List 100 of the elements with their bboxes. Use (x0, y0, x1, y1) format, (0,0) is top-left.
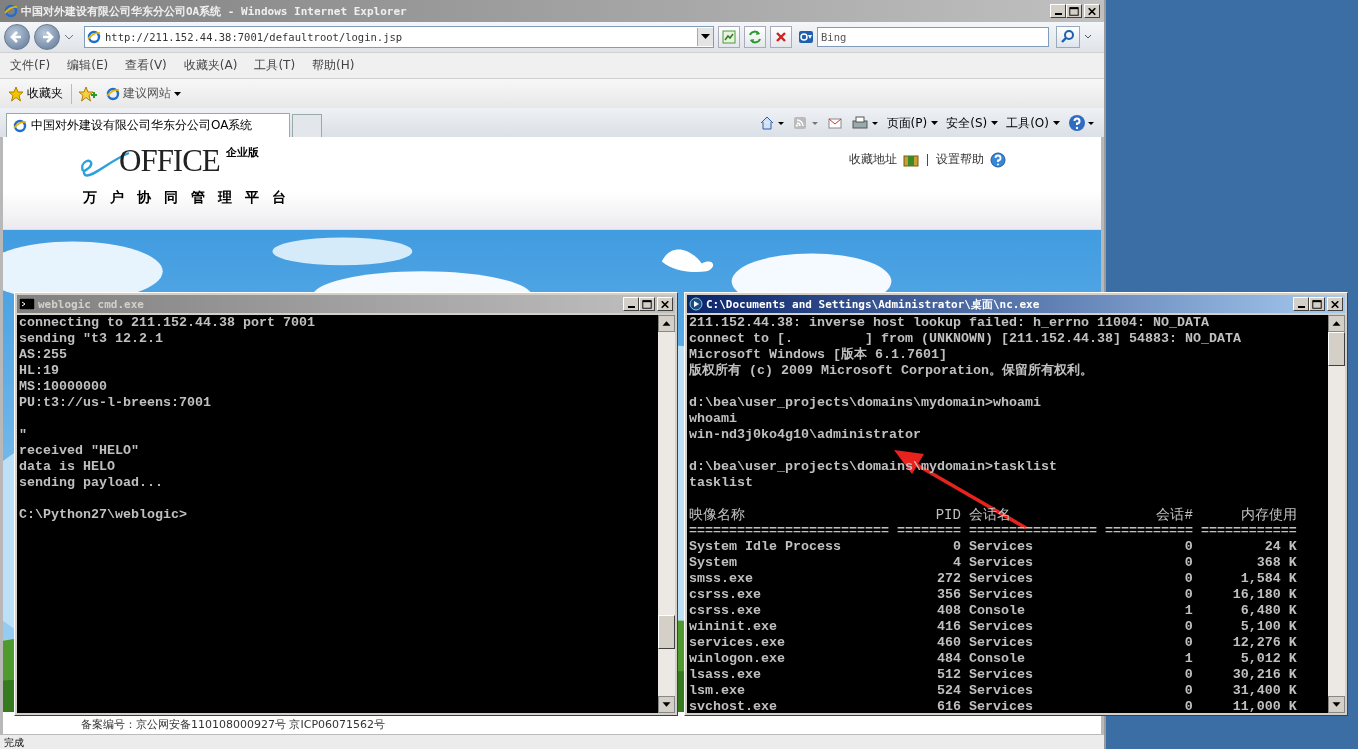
close-button[interactable] (1327, 297, 1343, 311)
maximize-icon (1310, 297, 1324, 311)
table-cell-text: 0 (1183, 635, 1193, 651)
favorites-button[interactable]: 收藏夹 (6, 85, 65, 102)
browser-tab[interactable]: 中国对外建设有限公司华东分公司OA系统 (6, 113, 290, 137)
table-cell-text: 524 (935, 683, 961, 699)
caret-icon (701, 34, 710, 40)
maximize-button[interactable] (639, 297, 655, 311)
command-menu[interactable]: 安全(S) (946, 114, 999, 132)
table-cell-text: 31,400 K (1231, 683, 1297, 699)
console-line: connect to [. ] from (UNKNOWN) [211.152.44.38] 54883: NO_DATA (689, 331, 1242, 347)
column-header: 内存使用 (1239, 507, 1297, 523)
caret-icon (174, 91, 181, 96)
table-cell-text: 0 (1183, 667, 1193, 683)
menu-item[interactable]: 收藏夹(A) (183, 57, 238, 74)
console-line: connecting to 211.152.44.38 port 7001 (19, 315, 316, 331)
refresh-icon (747, 29, 763, 45)
table-cell-text: Services (968, 539, 1034, 555)
table-cell-text: csrss.exe (689, 603, 762, 619)
window-title: 中国对外建设有限公司华东分公司OA系统 - Windows Internet Explorer (21, 3, 407, 19)
table-cell-text: 460 (935, 635, 961, 651)
console-line: MS:10000000 (19, 379, 108, 395)
table-cell-text: 1,584 K (1239, 571, 1297, 587)
column-header: 映像名称 (689, 507, 746, 523)
command-menu[interactable]: 工具(O) (1006, 114, 1060, 132)
help-icon[interactable] (990, 151, 1006, 168)
scroll-thumb[interactable] (658, 615, 675, 649)
app-icon (689, 297, 703, 311)
table-cell-text: 12,276 K (1231, 635, 1297, 651)
refresh-button[interactable] (744, 26, 766, 48)
scroll-up-button[interactable] (658, 315, 675, 332)
stop-button[interactable] (770, 26, 792, 48)
table-cell-text: 416 (935, 619, 961, 635)
console-line: 211.152.44.38: inverse host lookup failed: h_errno 11004: NO_DATA (689, 315, 1210, 331)
console-line: " (19, 427, 28, 443)
window-title: C:\Documents and Settings\Administrator\桌面\nc.exe (706, 296, 1040, 312)
close-button[interactable] (657, 297, 673, 311)
print-icon[interactable] (850, 115, 879, 131)
platform-subtitle: 万户协同管理平台 (83, 189, 299, 207)
back-button[interactable] (4, 24, 30, 50)
minimize-button[interactable] (623, 297, 639, 311)
menu-item[interactable]: 查看(V) (125, 57, 167, 74)
table-cell-text: 0 (1183, 571, 1193, 587)
star-icon (8, 85, 24, 102)
menu-item[interactable]: 帮助(H) (312, 57, 355, 74)
status-text: 完成 (4, 737, 24, 748)
edition-label: 企业版 (225, 145, 259, 160)
table-cell-text: 5,012 K (1239, 651, 1297, 667)
column-header: 会话# (1155, 507, 1193, 523)
maximize-button[interactable] (1066, 4, 1082, 18)
dropdown-icon[interactable] (1084, 33, 1092, 41)
menu-item[interactable]: 编辑(E) (67, 57, 109, 74)
table-cell-text: svchost.exe (689, 699, 778, 713)
minimize-button[interactable] (1293, 297, 1309, 311)
table-cell-text: System Idle Process (689, 539, 842, 555)
maximize-button[interactable] (1309, 297, 1325, 311)
menu-item[interactable]: 文件(F) (10, 57, 51, 74)
scroll-down-button[interactable] (658, 696, 675, 713)
maximize-icon (1067, 4, 1081, 18)
compatibility-button[interactable] (718, 26, 740, 48)
scroll-up-button[interactable] (1328, 315, 1345, 332)
menu-item[interactable]: 工具(T) (254, 57, 296, 74)
table-cell-text: 11,000 K (1231, 699, 1297, 713)
suggested-sites-button[interactable]: 建议网站 (104, 85, 183, 102)
add-favorite-icon[interactable] (78, 85, 98, 102)
forward-button[interactable] (34, 24, 60, 50)
table-cell-text: 30,216 K (1231, 667, 1297, 683)
table-cell-text: Services (968, 635, 1034, 651)
table-cell-text: 512 (935, 667, 961, 683)
table-cell-text: 0 (1183, 539, 1193, 555)
window-title: weblogic cmd.exe (38, 297, 144, 311)
close-button[interactable] (1084, 4, 1100, 18)
link[interactable]: 设置帮助 (936, 151, 984, 168)
table-cell-text: 5,100 K (1239, 619, 1297, 635)
link[interactable]: 收藏地址 (849, 151, 897, 168)
maximize-icon (640, 297, 654, 311)
table-cell-text: Services (968, 667, 1034, 683)
table-cell-text: Services (968, 619, 1034, 635)
scrollbar[interactable] (658, 315, 675, 713)
page-icon (13, 118, 27, 133)
scroll-down-button[interactable] (1328, 696, 1345, 713)
search-button[interactable] (1056, 26, 1080, 48)
table-cell-text: winlogon.exe (689, 651, 786, 667)
caret-icon (1053, 121, 1060, 125)
dropdown-button[interactable] (697, 28, 713, 46)
scroll-thumb[interactable] (1328, 332, 1345, 366)
console-line: C:\Python27\weblogic> (19, 507, 188, 523)
help-icon[interactable] (1068, 114, 1096, 132)
table-cell-text: lsm.exe (689, 683, 746, 699)
home-icon[interactable] (758, 115, 785, 131)
table-cell-text: 24 K (1263, 539, 1297, 555)
command-menu[interactable]: 页面(P) (886, 114, 939, 132)
mail-icon[interactable] (826, 115, 843, 131)
search-field[interactable]: Bing (817, 27, 1049, 47)
minimize-button[interactable] (1050, 4, 1066, 18)
table-cell-text: smss.exe (689, 571, 754, 587)
table-cell-text: 1 (1183, 651, 1193, 667)
scrollbar[interactable] (1328, 315, 1345, 713)
address-field[interactable]: http://211.152.44.38:7001/defaultroot/login.jsp (84, 26, 714, 48)
dropdown-icon[interactable] (64, 32, 74, 42)
